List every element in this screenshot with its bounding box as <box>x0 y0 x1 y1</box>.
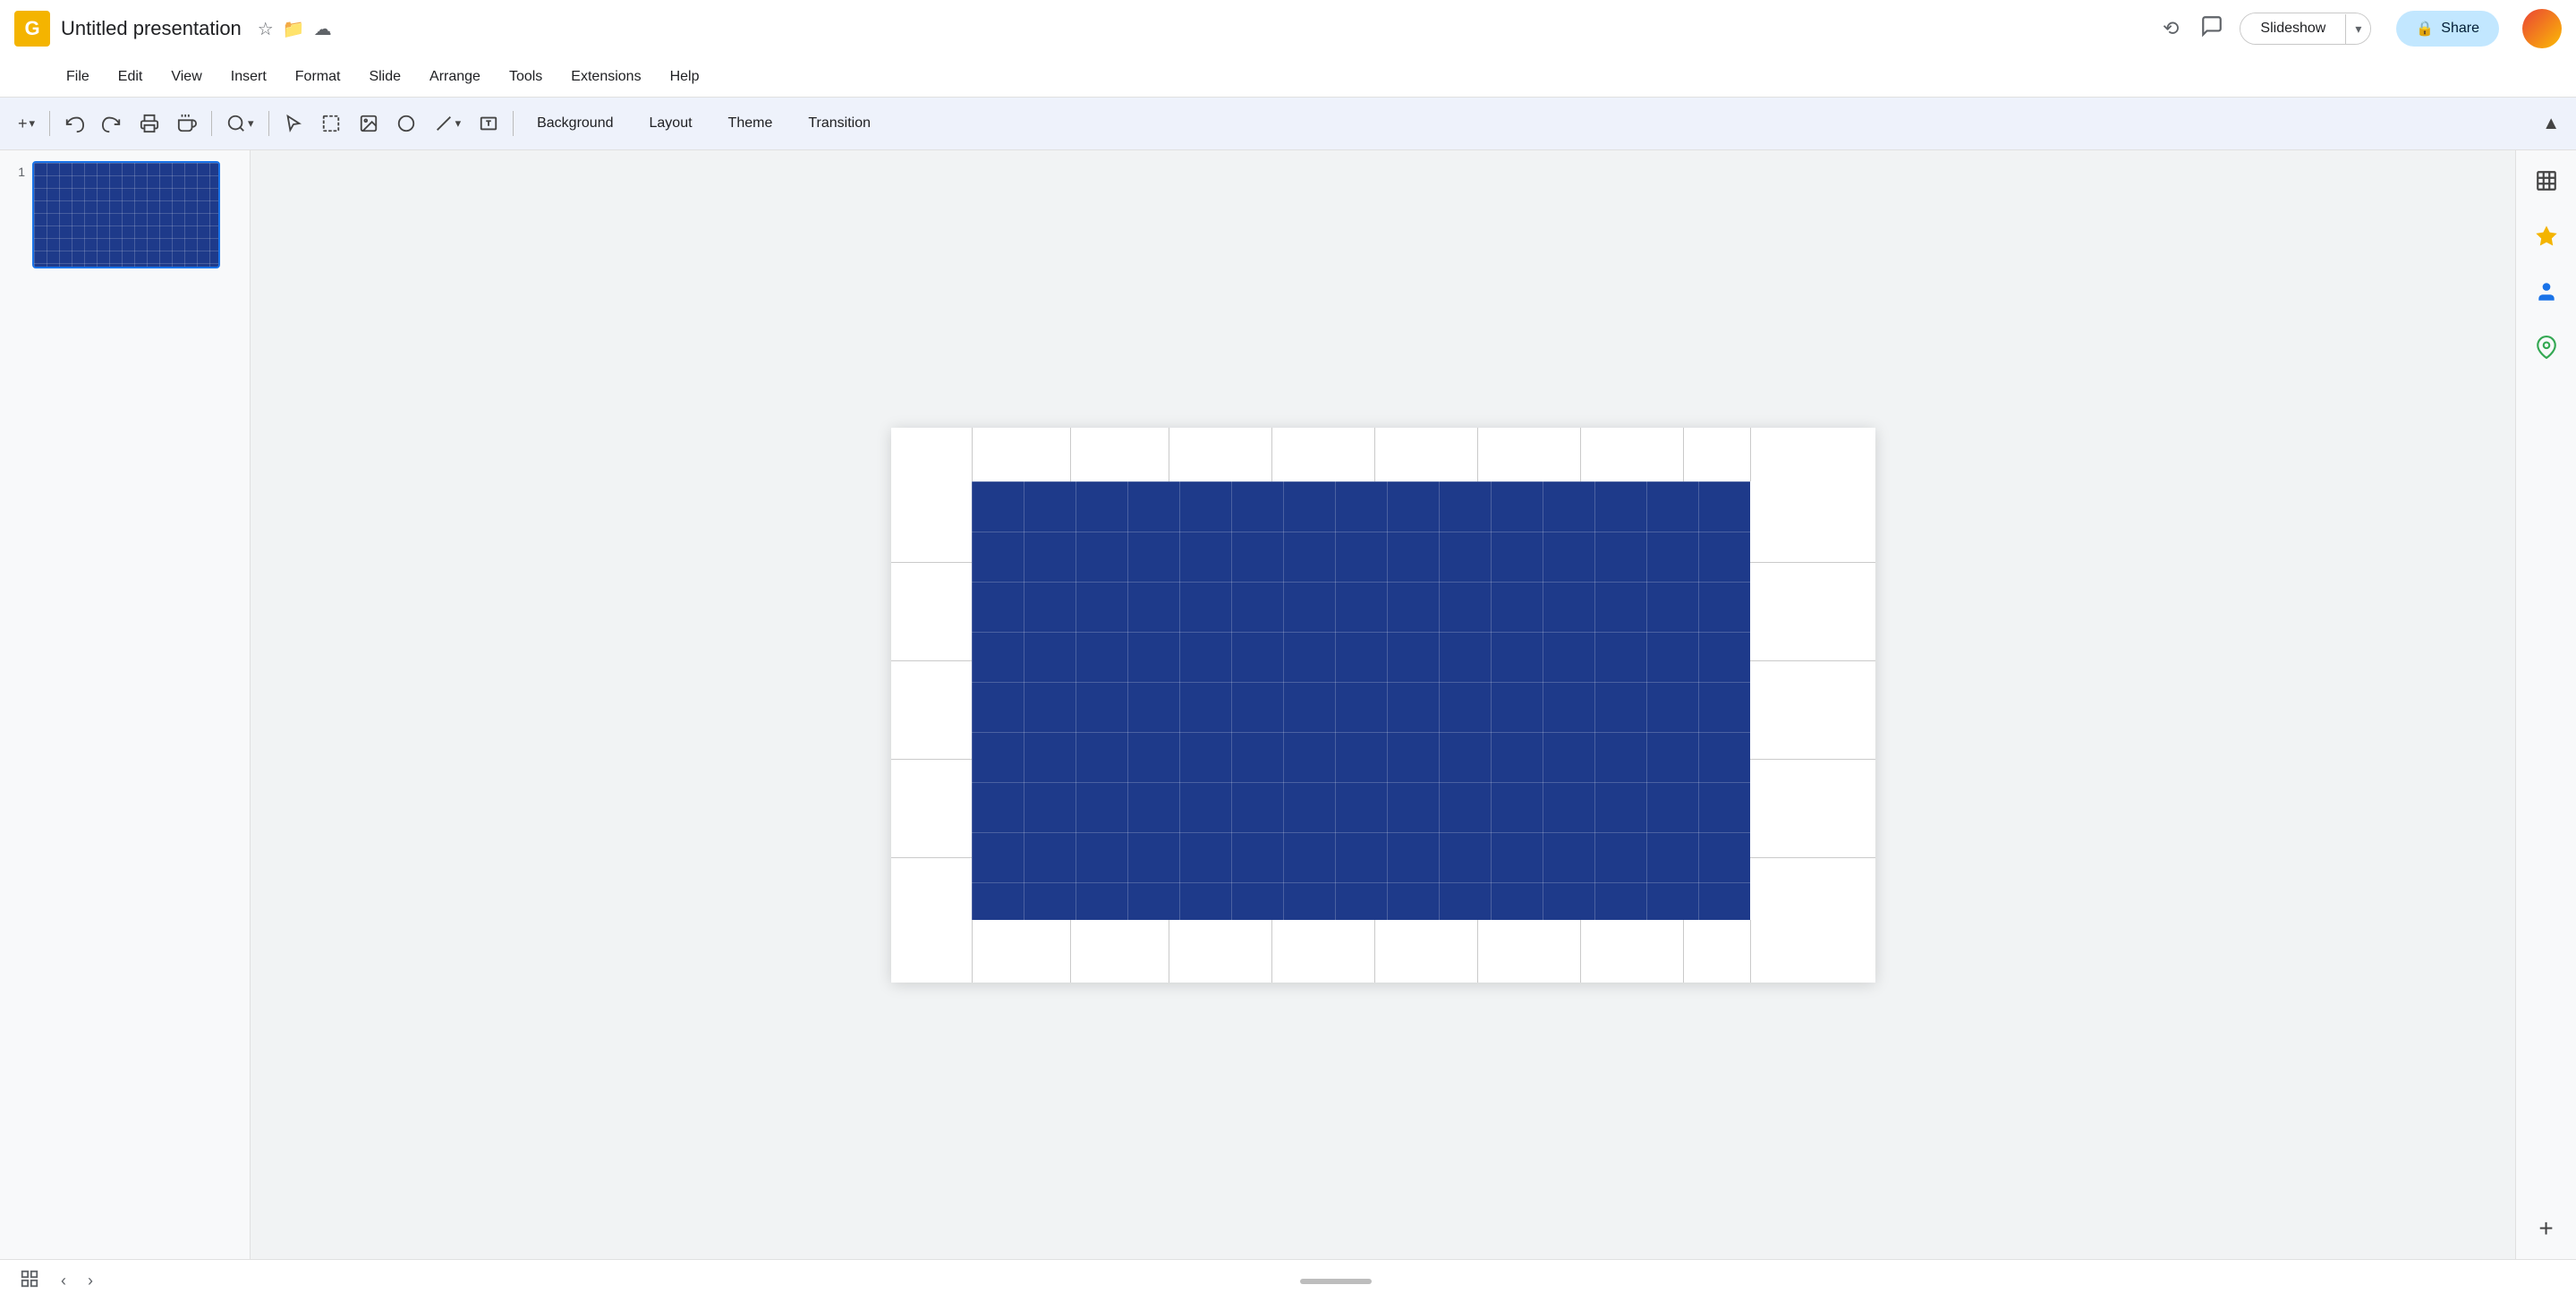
guide-line-v6 <box>1477 428 1478 481</box>
main-area: 1 <box>0 150 2576 1259</box>
slide-thumbnail-1[interactable] <box>32 161 220 268</box>
select-frame-button[interactable] <box>314 108 348 139</box>
toolbar-separator-1 <box>49 111 50 136</box>
app-logo: G <box>14 11 50 47</box>
menu-slide[interactable]: Slide <box>356 64 413 90</box>
menu-insert[interactable]: Insert <box>218 64 279 90</box>
slide-canvas <box>891 428 1875 983</box>
guide-line-bv5 <box>1374 920 1375 983</box>
zoom-button[interactable]: ▾ <box>219 108 261 139</box>
toolbar-separator-4 <box>513 111 514 136</box>
toolbar: + ▾ ▾ ▾ Background Layout Theme Transiti… <box>0 97 2576 150</box>
slideshow-button[interactable]: Slideshow <box>2240 13 2345 44</box>
nav-prev-button[interactable]: ‹ <box>55 1266 72 1296</box>
add-button[interactable]: + ▾ <box>11 109 42 139</box>
star-icon[interactable]: ☆ <box>258 18 274 40</box>
add-dropdown-icon: ▾ <box>30 116 36 131</box>
sidebar-maps-icon[interactable] <box>2527 328 2566 367</box>
right-sidebar: + <box>2515 150 2576 1259</box>
menu-help[interactable]: Help <box>658 64 712 90</box>
textbox-button[interactable] <box>472 108 506 139</box>
folder-icon[interactable]: 📁 <box>283 18 305 40</box>
print-button[interactable] <box>132 108 166 139</box>
guide-line-lh4 <box>891 857 972 858</box>
zoom-dropdown-icon: ▾ <box>248 116 254 131</box>
guide-line-bv1 <box>972 920 973 983</box>
collapse-toolbar-button[interactable]: ▲ <box>2537 108 2565 140</box>
undo-button[interactable] <box>57 108 91 139</box>
select-button[interactable] <box>276 108 310 139</box>
bottom-bar: ‹ › <box>0 1259 2576 1302</box>
guide-line-v2 <box>1070 428 1071 481</box>
toolbar-separator-3 <box>268 111 269 136</box>
guide-line-v9 <box>1750 428 1751 481</box>
guide-line-rh2 <box>1750 660 1875 661</box>
guide-line-lh3 <box>891 759 972 760</box>
guide-line-v1 <box>972 428 973 481</box>
guide-line-bv6 <box>1477 920 1478 983</box>
nav-next-button[interactable]: › <box>82 1266 98 1296</box>
sidebar-people-icon[interactable] <box>2527 272 2566 311</box>
sidebar-notes-icon[interactable] <box>2527 217 2566 256</box>
guide-line-v8 <box>1683 428 1684 481</box>
menu-view[interactable]: View <box>158 64 214 90</box>
menu-format[interactable]: Format <box>283 64 353 90</box>
cloud-icon[interactable]: ☁ <box>314 18 332 40</box>
lock-icon: 🔒 <box>2416 20 2434 38</box>
guide-line-lh1 <box>891 562 972 563</box>
line-button[interactable]: ▾ <box>427 108 469 139</box>
menu-tools[interactable]: Tools <box>497 64 555 90</box>
guide-line-v7 <box>1580 428 1581 481</box>
comment-button[interactable] <box>2195 9 2229 48</box>
guide-line-rh4 <box>1750 857 1875 858</box>
canvas-area[interactable] <box>251 150 2515 1259</box>
sidebar-add-button[interactable]: + <box>2527 1209 2566 1248</box>
slideshow-btn-group: Slideshow ▾ <box>2240 13 2371 45</box>
redo-button[interactable] <box>95 108 129 139</box>
share-button[interactable]: 🔒 Share <box>2396 11 2499 47</box>
guide-line-lh2 <box>891 660 972 661</box>
paint-format-button[interactable] <box>170 108 204 139</box>
slide-thumb-row-1: 1 <box>7 161 242 268</box>
scroll-indicator <box>1300 1279 1372 1284</box>
menu-edit[interactable]: Edit <box>106 64 156 90</box>
add-icon: + <box>18 115 28 133</box>
share-label: Share <box>2441 21 2479 37</box>
image-button[interactable] <box>352 108 386 139</box>
guide-line-bv7 <box>1580 920 1581 983</box>
history-button[interactable]: ⟲ <box>2157 12 2184 46</box>
guide-line-rh3 <box>1750 759 1875 760</box>
guide-line-bv9 <box>1750 920 1751 983</box>
slide-number-1: 1 <box>7 161 25 179</box>
slideshow-dropdown-button[interactable]: ▾ <box>2345 14 2370 44</box>
menu-file[interactable]: File <box>54 64 102 90</box>
guide-line-bv8 <box>1683 920 1684 983</box>
slides-grid-button[interactable] <box>14 1264 45 1299</box>
menu-bar: File Edit View Insert Format Slide Arran… <box>0 57 2576 97</box>
grid-rectangle[interactable] <box>972 481 1750 920</box>
toolbar-separator-2 <box>211 111 212 136</box>
slide-panel: 1 <box>0 150 251 1259</box>
transition-button[interactable]: Transition <box>792 109 887 138</box>
doc-title[interactable]: Untitled presentation <box>61 17 242 40</box>
line-dropdown-icon: ▾ <box>455 116 462 131</box>
guide-line-bv2 <box>1070 920 1071 983</box>
guide-line-v4 <box>1271 428 1272 481</box>
background-button[interactable]: Background <box>521 109 629 138</box>
avatar[interactable] <box>2522 9 2562 48</box>
menu-arrange[interactable]: Arrange <box>417 64 493 90</box>
title-bar: G Untitled presentation ☆ 📁 ☁ ⟲ Slidesho… <box>0 0 2576 57</box>
layout-button[interactable]: Layout <box>633 109 709 138</box>
guide-line-v5 <box>1374 428 1375 481</box>
title-icons: ☆ 📁 ☁ <box>258 18 332 40</box>
theme-button[interactable]: Theme <box>712 109 789 138</box>
shape-button[interactable] <box>389 108 423 139</box>
slide-thumb-grid <box>34 163 218 267</box>
guide-line-bv4 <box>1271 920 1272 983</box>
menu-extensions[interactable]: Extensions <box>558 64 653 90</box>
guide-line-rh1 <box>1750 562 1875 563</box>
sidebar-table-icon[interactable] <box>2527 161 2566 200</box>
